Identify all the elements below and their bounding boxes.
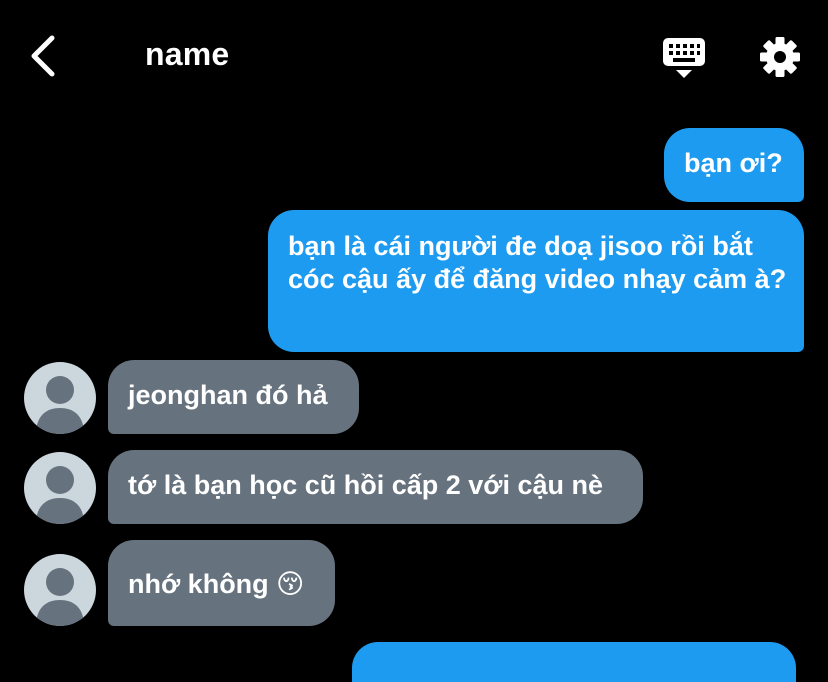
message-bubble-outgoing[interactable]: bạn ơi?	[664, 128, 804, 202]
default-avatar-icon	[24, 554, 96, 626]
gear-icon	[760, 37, 800, 77]
message-bubble-incoming[interactable]: nhớ không 😚	[108, 540, 335, 626]
conversation-title[interactable]: name	[145, 36, 229, 73]
message-bubble-incoming[interactable]: jeonghan đó hả	[108, 360, 359, 434]
message-text: bạn là cái người đe doạ jisoo rồi bắt có…	[288, 231, 787, 294]
message-text: nhớ không 😚	[128, 569, 305, 599]
message-text: tớ là bạn học cũ hồi cấp 2 với cậu nè	[128, 470, 604, 500]
avatar[interactable]	[24, 554, 96, 626]
message-bubble-outgoing[interactable]: bạn là cái người đe doạ jisoo rồi bắt có…	[268, 210, 804, 352]
message-text: jeonghan đó hả	[128, 380, 328, 410]
message-bubble-incoming[interactable]: tớ là bạn học cũ hồi cấp 2 với cậu nè	[108, 450, 643, 524]
chat-header: name	[0, 0, 828, 110]
default-avatar-icon	[24, 362, 96, 434]
settings-button[interactable]	[758, 35, 802, 79]
message-text: bạn ơi?	[684, 148, 783, 178]
default-avatar-icon	[24, 452, 96, 524]
message-bubble-outgoing-partial[interactable]	[352, 642, 796, 682]
back-button[interactable]	[26, 34, 66, 78]
keyboard-icon	[663, 38, 705, 78]
avatar[interactable]	[24, 362, 96, 434]
keyboard-button[interactable]	[662, 36, 706, 80]
chevron-left-icon	[31, 35, 55, 77]
avatar[interactable]	[24, 452, 96, 524]
